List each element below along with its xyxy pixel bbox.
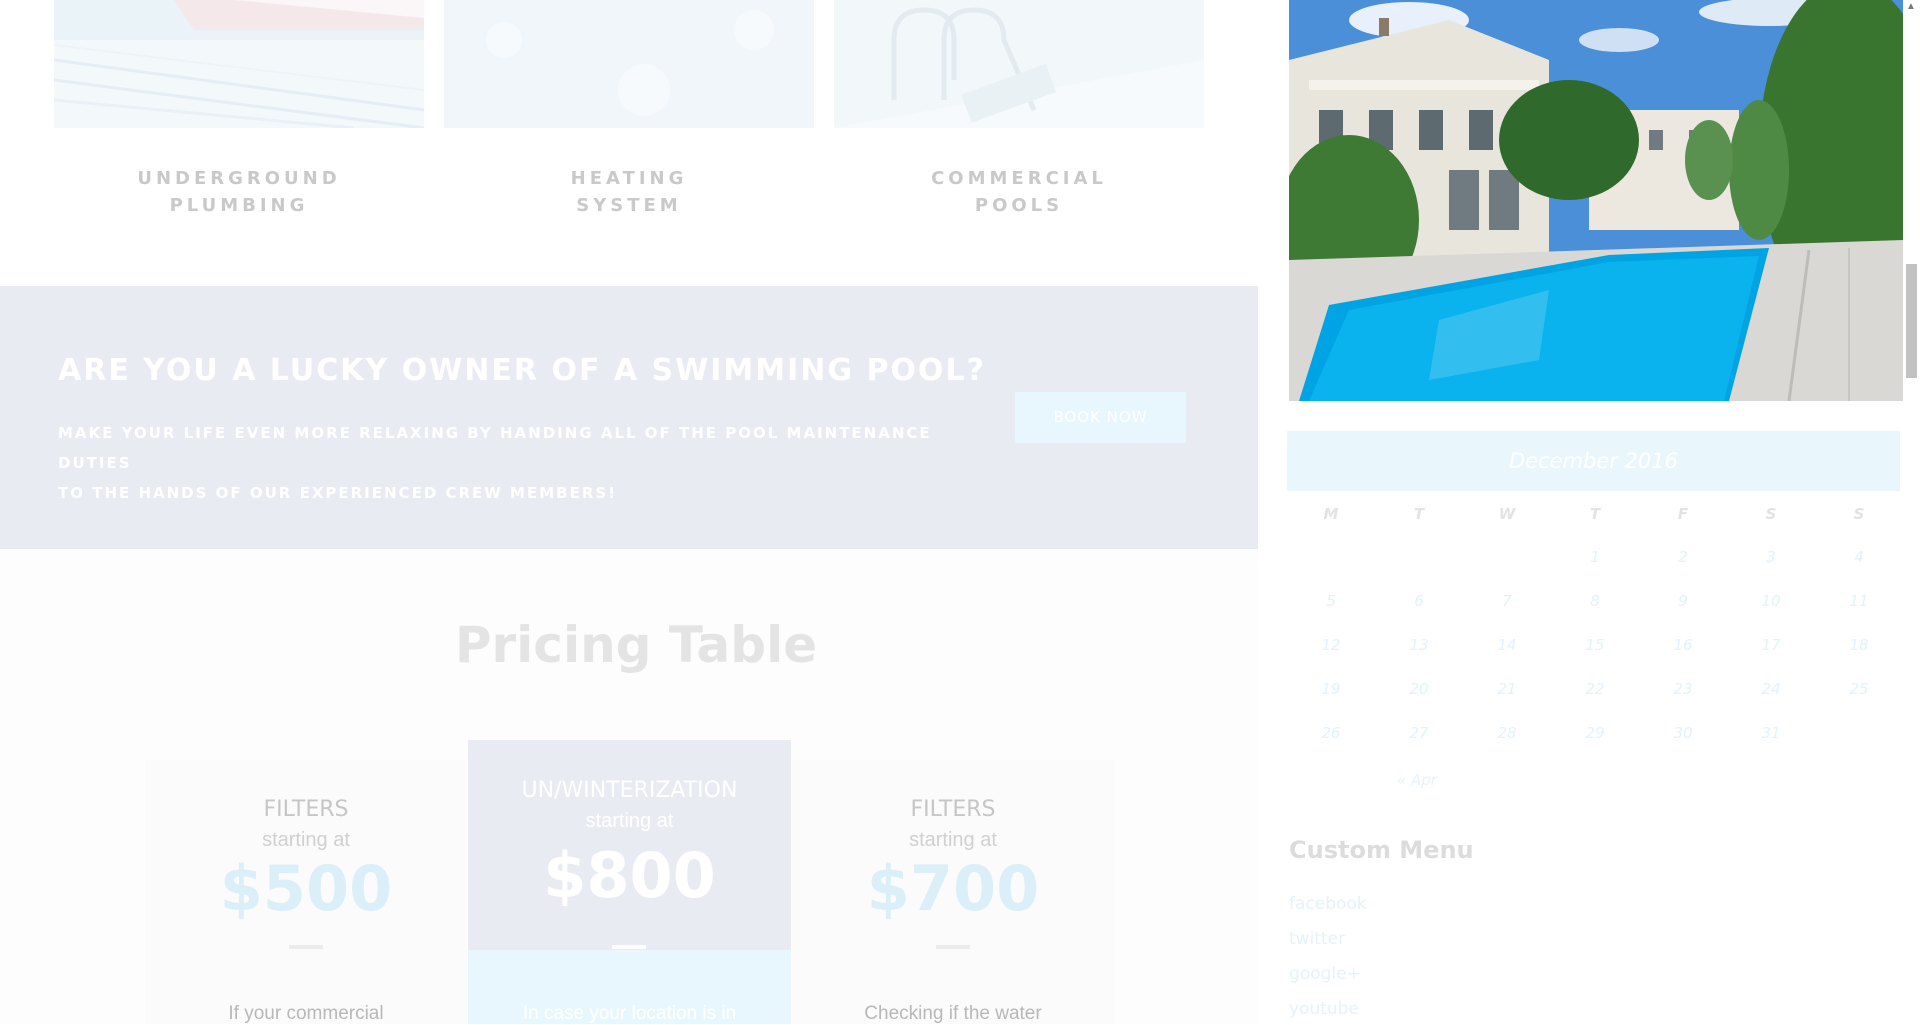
calendar-day[interactable]: 23 [1639,680,1727,698]
calendar-day[interactable]: 24 [1727,680,1815,698]
calendar-day[interactable]: 20 [1375,680,1463,698]
book-now-button[interactable]: BOOK NOW [1015,392,1186,443]
calendar-day[interactable]: 4 [1815,548,1903,566]
calendar-day[interactable]: 18 [1815,636,1903,654]
service-title-line: POOLS [974,195,1064,216]
cta-text: MAKE YOUR LIFE EVEN MORE RELAXING BY HAN… [58,418,958,508]
calendar-day[interactable]: 12 [1287,636,1375,654]
service-title-underground-plumbing[interactable]: UNDERGROUND PLUMBING [54,165,424,219]
calendar-prev-month-link[interactable]: « Apr [1397,771,1437,789]
services-section: UNDERGROUND PLUMBING HEATING SYSTEM COMM… [0,0,1258,286]
calendar-day[interactable]: 8 [1551,592,1639,610]
pricing-heading: Pricing Table [454,616,818,674]
plan-starting: starting at [262,829,350,851]
calendar-dayname: T [1413,505,1425,523]
calendar-dayname: F [1677,505,1689,523]
scroll-up-arrow-icon[interactable]: ▲ [1906,1,1917,13]
calendar-day[interactable]: 27 [1375,724,1463,742]
calendar-dayname: T [1589,505,1601,523]
cta-title: ARE YOU A LUCKY OWNER OF A SWIMMING POOL… [58,353,986,388]
service-title-commercial-pools[interactable]: COMMERCIAL POOLS [834,165,1204,219]
calendar-day[interactable]: 2 [1639,548,1727,566]
calendar-day[interactable]: 31 [1727,724,1815,742]
calendar-day[interactable]: 9 [1639,592,1727,610]
calendar-dayname: S [1765,505,1777,523]
calendar-day[interactable]: 26 [1287,724,1375,742]
service-title-line: COMMERCIAL [931,168,1107,189]
service-image-underground-plumbing[interactable] [54,0,424,128]
plan-description: Checking if the water [864,1003,1042,1024]
plan-name: UN/WINTERIZATION [521,778,738,803]
page-scrollbar[interactable] [1904,0,1920,1024]
pool-photo [1289,0,1903,401]
calendar-day[interactable]: 1 [1551,548,1639,566]
calendar-day[interactable]: 14 [1463,636,1551,654]
main-content: UNDERGROUND PLUMBING HEATING SYSTEM COMM… [0,0,1258,1024]
service-title-line: SYSTEM [576,195,682,216]
calendar-day[interactable]: 13 [1375,636,1463,654]
plan-price: $800 [543,839,716,912]
cta-text-line: MAKE YOUR LIFE EVEN MORE RELAXING BY HAN… [58,424,932,472]
calendar-day[interactable]: 15 [1551,636,1639,654]
service-image-heating-system[interactable] [444,0,814,128]
calendar-day[interactable]: 19 [1287,680,1375,698]
plan-divider [289,945,323,949]
menu-link-twitter[interactable]: twitter [1289,929,1345,949]
service-title-heating-system[interactable]: HEATING SYSTEM [444,165,814,219]
calendar-dayname: S [1853,505,1865,523]
calendar-day[interactable]: 22 [1551,680,1639,698]
plan-starting: starting at [585,810,674,832]
calendar-day[interactable]: 7 [1463,592,1551,610]
plan-divider [936,945,970,949]
plan-price: $700 [866,852,1040,925]
scrollbar-thumb[interactable] [1906,264,1917,378]
plan-price: $500 [219,852,393,925]
plan-divider [612,945,646,949]
calendar-day[interactable]: 29 [1551,724,1639,742]
plan-description: In case your location is in [522,1003,737,1024]
plan-starting: starting at [909,829,997,851]
calendar-dayname: M [1323,505,1339,523]
calendar-day[interactable]: 6 [1375,592,1463,610]
service-title-line: UNDERGROUND [137,168,341,189]
service-image-commercial-pools[interactable] [834,0,1204,128]
calendar-dayname: W [1498,505,1516,523]
calendar-day[interactable]: 30 [1639,724,1727,742]
menu-link-google-plus[interactable]: google+ [1289,964,1361,984]
menu-link-youtube[interactable]: youtube [1289,999,1359,1019]
calendar-day[interactable]: 3 [1727,548,1815,566]
menu-link-facebook[interactable]: facebook [1289,894,1367,914]
calendar-day[interactable]: 10 [1727,592,1815,610]
calendar-day[interactable]: 21 [1463,680,1551,698]
calendar-day[interactable]: 11 [1815,592,1903,610]
custom-menu-title: Custom Menu [1289,836,1474,864]
plan-name: FILTERS [910,797,996,822]
service-title-line: HEATING [570,168,688,189]
cta-text-line: TO THE HANDS OF OUR EXPERIENCED CREW MEM… [58,484,618,502]
calendar-day[interactable]: 5 [1287,592,1375,610]
calendar-day[interactable]: 17 [1727,636,1815,654]
calendar-month-header: December 2016 [1287,431,1900,491]
plan-name: FILTERS [263,797,349,822]
plan-description: If your commercial [228,1003,384,1024]
calendar-day[interactable]: 25 [1815,680,1903,698]
calendar-day[interactable]: 28 [1463,724,1551,742]
calendar-day[interactable]: 16 [1639,636,1727,654]
service-title-line: PLUMBING [169,195,309,216]
